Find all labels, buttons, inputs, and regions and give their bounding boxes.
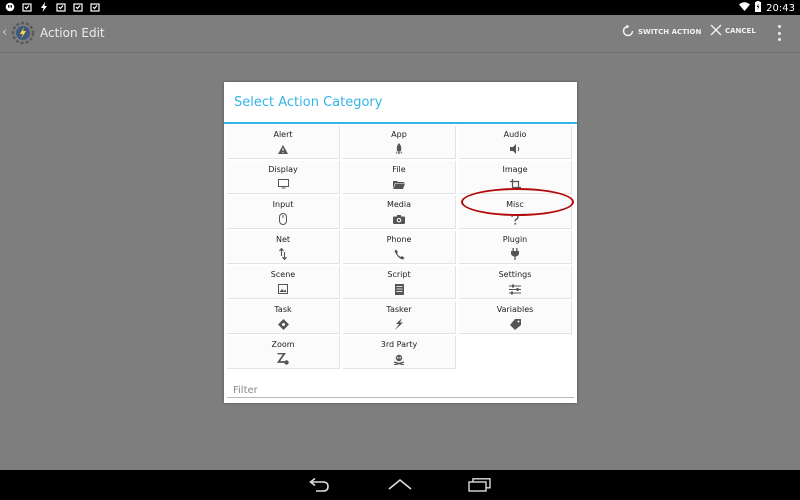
monitor-icon [277, 178, 289, 190]
tag-icon [509, 318, 521, 330]
category-plugin[interactable]: Plugin [459, 231, 572, 264]
status-bar: 20:43 [0, 0, 800, 15]
tasker-notification-icon [55, 1, 67, 13]
category-scene[interactable]: Scene [227, 266, 340, 299]
picture-icon [277, 283, 289, 295]
script-icon [393, 283, 405, 295]
dialog-title: Select Action Category [234, 95, 383, 110]
category-file[interactable]: File [343, 161, 456, 194]
category-label: Display [268, 165, 298, 174]
rotate-icon [621, 24, 635, 40]
folder-icon [393, 178, 405, 190]
warning-icon [277, 143, 289, 155]
category-label: App [391, 130, 407, 139]
category-label: Alert [273, 130, 293, 139]
category-script[interactable]: Script [343, 266, 456, 299]
category-label: Audio [503, 130, 527, 139]
category-label: Media [386, 200, 412, 209]
category-phone[interactable]: Phone [343, 231, 456, 264]
category-label: Variables [496, 305, 534, 314]
category-input[interactable]: Input [227, 196, 340, 229]
title-divider [224, 122, 577, 124]
hangouts-icon [4, 1, 16, 13]
category-tasker[interactable]: Tasker [343, 301, 456, 334]
category-label: Image [502, 165, 528, 174]
cancel-button[interactable]: CANCEL [710, 24, 756, 38]
category-variables[interactable]: Variables [459, 301, 572, 334]
home-icon[interactable] [388, 477, 412, 496]
category-zoom[interactable]: Zoom [227, 336, 340, 369]
category-audio[interactable]: Audio [459, 126, 572, 159]
overflow-menu-button[interactable] [774, 25, 784, 41]
cancel-label: CANCEL [725, 27, 756, 35]
screen-title: Action Edit [40, 26, 105, 40]
category-image[interactable]: Image [459, 161, 572, 194]
zoom-z-icon [277, 353, 289, 365]
tasker-notification-icon [72, 1, 84, 13]
switch-action-button[interactable]: SWITCH ACTION [621, 24, 701, 40]
battery-icon [755, 1, 762, 15]
diamond-icon [277, 318, 289, 330]
transfer-arrows-icon [277, 248, 289, 260]
category-label: Plugin [502, 235, 528, 244]
category-label: File [392, 165, 406, 174]
lightning-icon [393, 318, 405, 330]
category-label: Zoom [271, 340, 295, 349]
category-label: 3rd Party [380, 340, 418, 349]
category-app[interactable]: App [343, 126, 456, 159]
category-misc[interactable]: Misc [459, 196, 572, 229]
select-action-category-dialog: Select Action Category Alert App Audio D… [224, 82, 577, 403]
crop-icon [509, 178, 521, 190]
tasker-notification-icon [21, 1, 33, 13]
sliders-icon [509, 283, 521, 295]
skull-crossbones-icon [393, 353, 405, 365]
category-label: Misc [506, 200, 524, 209]
category-label: Net [275, 235, 291, 244]
category-label: Input [272, 200, 294, 209]
category-label: Tasker [386, 305, 412, 314]
switch-action-label: SWITCH ACTION [638, 28, 702, 36]
category-alert[interactable]: Alert [227, 126, 340, 159]
lightning-icon [38, 1, 50, 13]
wifi-icon [739, 2, 751, 14]
camera-icon [393, 213, 405, 225]
clock: 20:43 [766, 2, 795, 14]
category-label: Scene [270, 270, 296, 279]
recents-icon[interactable] [468, 477, 492, 496]
category-media[interactable]: Media [343, 196, 456, 229]
tasker-app-icon[interactable] [8, 18, 38, 48]
category-3rd-party[interactable]: 3rd Party [343, 336, 456, 369]
filter-field-container [227, 378, 574, 400]
plug-icon [509, 248, 521, 260]
category-display[interactable]: Display [227, 161, 340, 194]
question-icon [509, 213, 521, 225]
notification-icons [4, 1, 101, 13]
filter-input[interactable] [227, 381, 574, 400]
category-task[interactable]: Task [227, 301, 340, 334]
up-chevron-icon[interactable]: ‹ [2, 25, 7, 40]
category-settings[interactable]: Settings [459, 266, 572, 299]
tasker-notification-icon [89, 1, 101, 13]
navigation-bar [0, 470, 800, 500]
speaker-icon [509, 143, 521, 155]
category-label: Settings [498, 270, 532, 279]
category-label: Phone [386, 235, 412, 244]
rocket-icon [393, 143, 405, 155]
phone-icon [393, 248, 405, 260]
close-icon [710, 24, 722, 38]
category-net[interactable]: Net [227, 231, 340, 264]
category-label: Task [274, 305, 292, 314]
action-bar: ‹ Action Edit SWITCH ACTION CANCEL [0, 15, 800, 53]
system-status: 20:43 [739, 1, 795, 15]
back-icon[interactable] [308, 477, 330, 496]
mouse-icon [277, 213, 289, 225]
category-label: Script [387, 270, 411, 279]
